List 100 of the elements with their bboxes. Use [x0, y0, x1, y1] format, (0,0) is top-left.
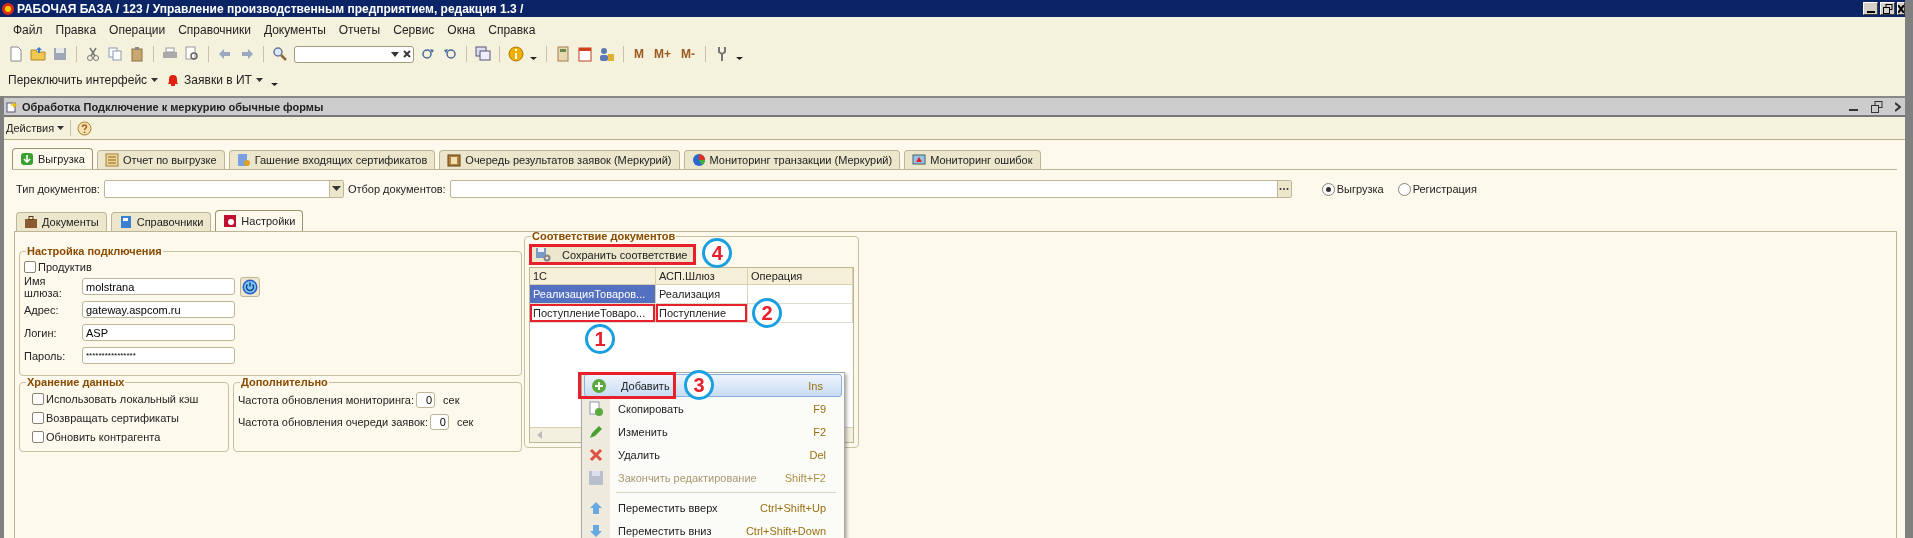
memory-button[interactable]: M+ — [652, 47, 673, 61]
folder-icon[interactable] — [30, 46, 46, 62]
context-menu-item[interactable]: Удалить Del — [582, 443, 844, 466]
number-field[interactable]: 0 — [429, 414, 449, 430]
tab[interactable]: Очередь результатов заявок (Меркурий) — [439, 150, 680, 169]
window-title: РАБОЧАЯ БАЗА / 123 / Управление производственным предприятием, редакция 1.3 / — [17, 1, 524, 16]
clipboard-icon[interactable] — [129, 46, 145, 62]
text-field[interactable]: ASP — [82, 324, 235, 341]
users-icon[interactable] — [599, 46, 615, 62]
menu-item[interactable]: Справочники — [178, 23, 251, 37]
column-header: Операция — [748, 268, 853, 284]
context-menu-item[interactable]: Изменить F2 — [582, 420, 844, 443]
checkbox[interactable] — [32, 411, 44, 424]
copy-icon — [588, 400, 604, 417]
tab[interactable]: Отчет по выгрузке — [96, 150, 225, 169]
table-cell[interactable]: ПоступлениеТоваро... — [530, 304, 656, 322]
field-label: Тип документов: — [16, 183, 100, 195]
document-filter-field[interactable] — [449, 180, 1292, 198]
floppy-gear-icon — [536, 247, 552, 262]
checkbox[interactable] — [24, 260, 36, 273]
document-type-field[interactable] — [103, 180, 344, 198]
checkbox[interactable] — [32, 392, 44, 405]
cross-icon — [588, 446, 604, 463]
tab[interactable]: Мониторинг транзакции (Меркурий) — [683, 150, 901, 169]
context-menu-item[interactable]: Переместить вниз Ctrl+Shift+Down — [582, 519, 844, 538]
power-button[interactable] — [240, 276, 260, 297]
field-label: Отбор документов: — [347, 183, 446, 195]
restore-icon[interactable] — [1871, 100, 1883, 113]
text-field[interactable]: gateway.aspcom.ru — [82, 301, 235, 318]
info-icon[interactable] — [508, 46, 524, 62]
close-icon — [1898, 4, 1904, 13]
bell-icon — [166, 72, 181, 87]
arrow-up-icon — [588, 499, 604, 516]
menu-item[interactable]: Справка — [488, 23, 536, 37]
callout-badge: 4 — [702, 238, 733, 268]
report-icon — [104, 153, 119, 167]
minimize-button[interactable] — [1863, 2, 1878, 15]
toolbar-menu-button[interactable]: Переключить интерфейс — [8, 72, 159, 87]
menu-item[interactable]: Файл — [13, 23, 43, 37]
tab[interactable]: Документы — [16, 212, 107, 231]
form-icon — [6, 100, 18, 113]
tab[interactable]: Гашение входящих сертификатов — [228, 150, 436, 169]
toolbar-menu-button[interactable]: Заявки в ИТ — [166, 72, 263, 87]
close-icon[interactable] — [1895, 101, 1901, 112]
restore-icon — [1882, 3, 1893, 14]
windows-icon[interactable] — [475, 46, 491, 62]
group-title: Хранение данных — [26, 376, 126, 388]
find-previous-icon[interactable] — [442, 46, 458, 62]
menu-item[interactable]: Отчеты — [338, 23, 381, 37]
field-label: Частота обновления мониторинга: — [238, 394, 414, 406]
new-document-icon[interactable] — [8, 46, 24, 62]
radio-option[interactable]: Выгрузка — [1321, 182, 1384, 196]
restore-button[interactable] — [1880, 2, 1895, 15]
checkbox-label: Возвращать сертификаты — [46, 411, 179, 424]
caret-icon — [255, 76, 263, 83]
context-menu-item[interactable]: Скопировать F9 — [582, 397, 844, 420]
tab[interactable]: Настройки — [215, 210, 304, 231]
tab[interactable]: Справочники — [110, 212, 212, 231]
arrow-down-icon — [588, 522, 604, 538]
memory-button[interactable]: M- — [679, 47, 697, 61]
plus-icon — [591, 377, 607, 394]
pencil-icon — [588, 423, 604, 440]
text-field[interactable]: **************** — [82, 347, 235, 364]
search-icon[interactable] — [272, 46, 288, 62]
preview-icon[interactable] — [184, 46, 200, 62]
calendar-icon[interactable] — [577, 46, 593, 62]
menu-item[interactable]: Операции — [109, 23, 166, 37]
find-next-icon[interactable] — [420, 46, 436, 62]
menu-item[interactable]: Документы — [263, 23, 326, 37]
checkbox[interactable] — [32, 430, 44, 443]
table-cell: Поступление — [656, 304, 748, 322]
radio-button[interactable] — [1321, 182, 1335, 196]
group-title: Дополнительно — [240, 376, 329, 388]
dropdown-icon[interactable] — [331, 186, 341, 192]
memory-button[interactable]: M — [632, 47, 646, 61]
ellipsis-icon[interactable] — [1279, 187, 1290, 191]
help-icon[interactable] — [77, 120, 93, 136]
table-cell[interactable]: РеализацияТоваров... — [530, 285, 656, 303]
column-header: АСП.Шлюз — [656, 268, 748, 284]
field-label: Пароль: — [24, 349, 67, 362]
radio-button[interactable] — [1397, 182, 1411, 196]
power-icon — [242, 278, 258, 295]
save-mapping-button[interactable]: Сохранить соответствие — [529, 244, 697, 265]
search-field[interactable] — [294, 45, 414, 63]
close-button[interactable] — [1897, 2, 1905, 15]
unit-label: сек — [456, 416, 474, 428]
menu-item[interactable]: Сервис — [393, 23, 435, 37]
number-field[interactable]: 0 — [416, 392, 435, 408]
tab[interactable]: Выгрузка — [12, 148, 93, 169]
actions-menu-button[interactable]: Действия — [6, 122, 65, 134]
calculator-icon[interactable] — [555, 46, 571, 62]
menu-item[interactable]: Правка — [55, 23, 97, 37]
menu-item[interactable]: Окна — [447, 23, 476, 37]
radio-option[interactable]: Регистрация — [1397, 182, 1477, 196]
context-menu-item[interactable]: Переместить вверх Ctrl+Shift+Up — [582, 496, 844, 519]
callout-badge: 1 — [585, 324, 615, 354]
text-field[interactable]: molstrana — [82, 278, 235, 295]
caret-icon — [151, 76, 159, 83]
scissors-icon[interactable] — [85, 46, 101, 62]
tab[interactable]: Мониторинг ошибок — [904, 150, 1041, 169]
